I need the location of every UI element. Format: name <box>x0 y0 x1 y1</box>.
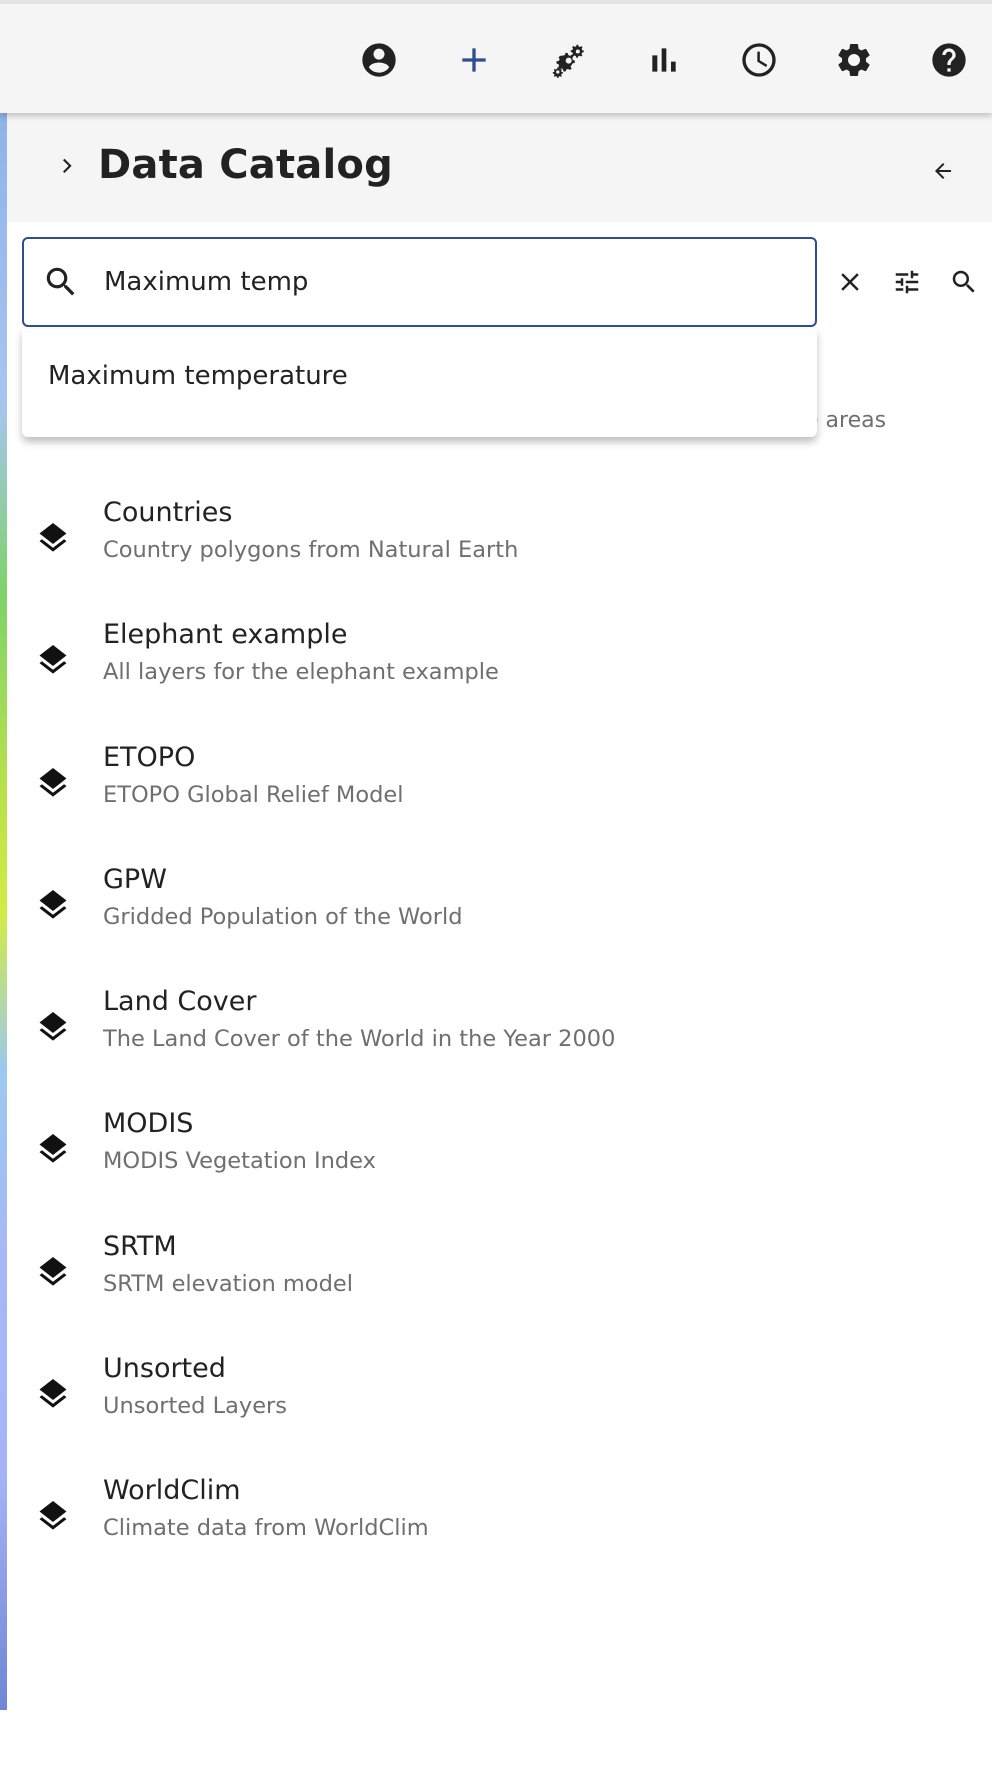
layers-icon <box>39 889 67 919</box>
catalog-item-countries[interactable]: Countries Country polygons from Natural … <box>7 496 992 618</box>
clock-icon[interactable] <box>737 38 781 82</box>
catalog-item-title: SRTM <box>103 1230 177 1262</box>
catalog-item-subtitle: MODIS Vegetation Index <box>103 1148 376 1175</box>
add-icon[interactable] <box>452 38 496 82</box>
catalog-item-title: ETOPO <box>103 741 196 773</box>
catalog-item-subtitle: The Land Cover of the World in the Year … <box>103 1026 616 1053</box>
catalog-item-subtitle: Gridded Population of the World <box>103 903 463 930</box>
layers-icon <box>39 1134 67 1164</box>
layers-icon <box>39 1501 67 1530</box>
data-catalog-drawer: Data Catalog e areas Maximum temperature <box>7 113 992 1790</box>
search-input[interactable] <box>104 259 794 305</box>
layers-icon <box>39 1379 67 1408</box>
catalog-item-title: Land Cover <box>103 986 257 1018</box>
catalog-item-title: MODIS <box>103 1108 194 1140</box>
catalog-item-srtm[interactable]: SRTM SRTM elevation model <box>7 1230 992 1352</box>
catalog-item-subtitle: All layers for the elephant example <box>103 659 499 686</box>
layers-icon <box>39 523 67 552</box>
catalog-item-worldclim[interactable]: WorldClim Climate data from WorldClim <box>7 1474 992 1596</box>
catalog-item-etopo[interactable]: ETOPO ETOPO Global Relief Model <box>7 741 992 863</box>
catalog-item-gpw[interactable]: GPW Gridded Population of the World <box>7 863 992 985</box>
search-icon <box>46 267 75 296</box>
chevron-right-icon[interactable] <box>51 151 81 181</box>
map-background[interactable] <box>0 113 7 1710</box>
top-toolbar <box>0 0 992 113</box>
catalog-item-title: GPW <box>103 863 167 895</box>
filter-tune-icon[interactable] <box>890 265 924 299</box>
catalog-item-modis[interactable]: MODIS MODIS Vegetation Index <box>7 1107 992 1229</box>
autocomplete-dropdown: Maximum temperature <box>22 329 817 437</box>
catalog-item-subtitle: ETOPO Global Relief Model <box>103 781 404 808</box>
clear-icon[interactable] <box>833 265 867 299</box>
layers-icon <box>39 767 67 797</box>
arrow-back-icon[interactable] <box>929 157 957 185</box>
catalog-item-title: WorldClim <box>103 1475 241 1507</box>
search-submit-icon[interactable] <box>947 265 981 299</box>
search-field[interactable] <box>22 237 817 327</box>
layers-icon <box>39 1256 67 1286</box>
drawer-header: Data Catalog <box>7 113 992 222</box>
catalog-item-land-cover[interactable]: Land Cover The Land Cover of the World i… <box>7 985 992 1107</box>
layers-icon <box>39 1012 67 1041</box>
catalog-item-subtitle: Unsorted Layers <box>103 1393 288 1420</box>
catalog-item-subtitle: Climate data from WorldClim <box>103 1515 429 1542</box>
catalog-item-subtitle: SRTM elevation model <box>103 1270 353 1297</box>
gears-icon[interactable] <box>547 38 591 82</box>
catalog-item-title: Countries <box>103 497 233 528</box>
page-title: Data Catalog <box>98 142 393 188</box>
catalog-item-title: Unsorted <box>103 1353 226 1385</box>
layers-icon <box>39 645 67 674</box>
catalog-item-unsorted[interactable]: Unsorted Unsorted Layers <box>7 1352 992 1474</box>
catalog-item-subtitle: Country polygons from Natural Earth <box>103 537 519 563</box>
catalog-item-subtitle-partial: e areas <box>805 408 887 433</box>
account-circle-icon[interactable] <box>357 38 401 82</box>
catalog-list: Countries Country polygons from Natural … <box>7 496 992 1597</box>
bar-chart-icon[interactable] <box>642 38 686 82</box>
catalog-item-title: Elephant example <box>103 619 348 651</box>
autocomplete-option[interactable]: Maximum temperature <box>22 329 817 437</box>
settings-icon[interactable] <box>832 38 876 82</box>
help-icon[interactable] <box>927 38 971 82</box>
catalog-item-elephant-example[interactable]: Elephant example All layers for the elep… <box>7 618 992 740</box>
page: Data Catalog e areas Maximum temperature <box>0 0 992 1790</box>
